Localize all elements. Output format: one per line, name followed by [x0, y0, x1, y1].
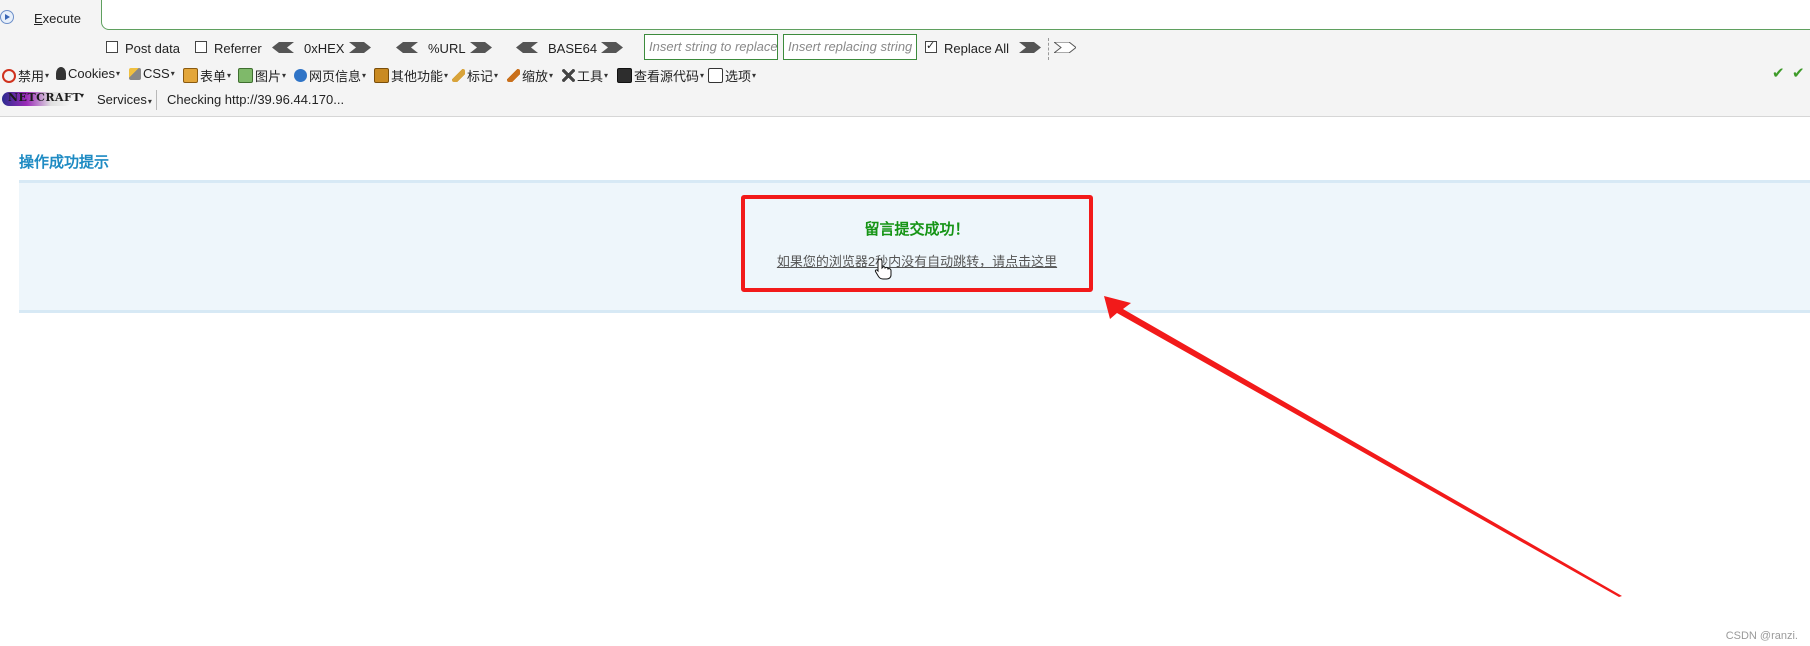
pencil-icon	[452, 69, 465, 82]
menu-disable[interactable]: 禁用 ▾	[2, 66, 49, 85]
checkmark-icon[interactable]: ✔	[1792, 64, 1805, 82]
replacing-string-input[interactable]: Insert replacing string	[783, 34, 917, 60]
menu-outline[interactable]: 标记 ▾	[452, 66, 498, 85]
hand-cursor-icon	[874, 258, 892, 280]
menu-resize-label: 缩放	[522, 69, 549, 84]
services-menu[interactable]: Services▾	[97, 92, 152, 107]
replace-extra-arrow-icon[interactable]	[1054, 42, 1076, 53]
menu-resize[interactable]: 缩放 ▾	[507, 66, 553, 85]
netcraft-logo-text: NETCRAFT	[8, 91, 82, 104]
toolbar-divider	[1048, 38, 1049, 60]
menu-images-label: 图片	[255, 69, 282, 84]
zoom-icon	[507, 69, 520, 82]
options-icon	[708, 68, 723, 83]
success-message-box: 留言提交成功！ 如果您的浏览器2秒内没有自动跳转，请点击这里	[741, 195, 1093, 292]
base64-encode-arrow-icon[interactable]	[601, 42, 623, 53]
misc-icon	[374, 68, 389, 83]
toolbar-separator	[156, 90, 157, 110]
form-icon	[183, 68, 198, 83]
netcraft-dropdown-icon[interactable]: ▾	[80, 91, 84, 100]
menu-misc[interactable]: 其他功能 ▾	[374, 66, 448, 85]
web-developer-toolbar: 禁用 ▾ Cookies ▾ CSS ▾ 表单 ▾ 图片 ▾ 网页信息 ▾ 其他功能 ▾ 标	[0, 64, 1810, 84]
redirect-link[interactable]: 如果您的浏览器2秒内没有自动跳转，请点击这里	[745, 251, 1089, 270]
url-label: %URL	[428, 41, 466, 56]
menu-tools[interactable]: 工具 ▾	[562, 66, 608, 85]
info-icon	[294, 69, 307, 82]
menu-forms-label: 表单	[200, 69, 227, 84]
checkmark-icon[interactable]: ✔	[1772, 64, 1785, 82]
css-icon	[129, 67, 141, 80]
menu-view-source[interactable]: 查看源代码 ▾	[617, 66, 704, 85]
post-data-label: Post data	[125, 41, 180, 56]
menu-css[interactable]: CSS ▾	[129, 66, 175, 81]
netcraft-status: Checking http://39.96.44.170...	[167, 92, 345, 107]
success-title: 留言提交成功！	[864, 221, 970, 238]
menu-page-info[interactable]: 网页信息 ▾	[294, 66, 366, 85]
referrer-checkbox[interactable]	[195, 41, 207, 53]
menu-forms[interactable]: 表单 ▾	[183, 66, 231, 85]
services-label: Services	[97, 92, 147, 107]
post-data-checkbox[interactable]	[106, 41, 118, 53]
hex-label: 0xHEX	[304, 41, 345, 56]
menu-misc-label: 其他功能	[391, 69, 444, 84]
hackbar-url-textarea[interactable]	[101, 0, 1810, 30]
hex-encode-arrow-icon[interactable]	[349, 42, 371, 53]
replace-string-input[interactable]: Insert string to replace	[644, 34, 778, 60]
menu-cookies-label: Cookies	[68, 66, 115, 81]
execute-button[interactable]: Execute	[34, 11, 81, 26]
menu-outline-label: 标记	[467, 69, 494, 84]
image-icon	[238, 68, 253, 83]
execute-label-accesskey: E	[34, 11, 43, 26]
hackbar-options-row: Post data Referrer 0xHEX %URL BASE64 Ins…	[0, 34, 1810, 60]
menu-cookies[interactable]: Cookies ▾	[56, 66, 120, 81]
menu-images[interactable]: 图片 ▾	[238, 66, 286, 85]
base64-label: BASE64	[548, 41, 598, 56]
url-encode-arrow-icon[interactable]	[470, 42, 492, 53]
menu-page-info-label: 网页信息	[309, 69, 362, 84]
replace-all-label: Replace All	[944, 41, 1010, 56]
netcraft-toolbar: NETCRAFT ▾ Services▾ Checking http://39.…	[0, 90, 1810, 112]
page-title: 操作成功提示	[19, 154, 110, 171]
referrer-label: Referrer	[214, 41, 262, 56]
source-icon	[617, 68, 632, 83]
base64-decode-arrow-icon[interactable]	[516, 42, 538, 53]
replace-right-arrow-icon[interactable]	[1019, 42, 1041, 53]
menu-tools-label: 工具	[577, 69, 604, 84]
tools-icon	[562, 69, 575, 82]
menu-options[interactable]: 选项 ▾	[708, 66, 756, 85]
menu-options-label: 选项	[725, 69, 752, 84]
menu-disable-label: 禁用	[18, 69, 45, 84]
disable-icon	[2, 68, 16, 83]
cookie-icon	[56, 67, 66, 80]
hex-decode-arrow-icon[interactable]	[272, 42, 294, 53]
menu-css-label: CSS	[143, 66, 170, 81]
watermark: CSDN @ranzi.	[1725, 630, 1798, 642]
execute-icon[interactable]	[0, 10, 14, 24]
hackbar-execute-row: Execute	[0, 0, 1810, 34]
url-decode-arrow-icon[interactable]	[396, 42, 418, 53]
browser-toolbar-area: Execute Post data Referrer 0xHEX %URL BA…	[0, 0, 1810, 117]
replace-all-checkbox[interactable]	[925, 39, 937, 53]
execute-label-rest: xecute	[42, 11, 81, 26]
menu-view-source-label: 查看源代码	[634, 69, 700, 84]
